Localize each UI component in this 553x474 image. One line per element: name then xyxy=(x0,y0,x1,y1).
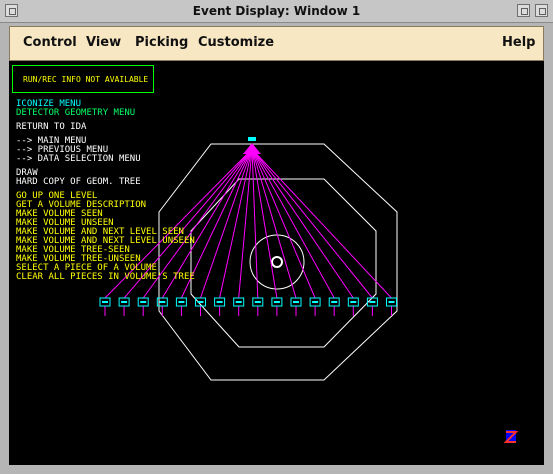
root-node-label-box xyxy=(248,137,256,141)
menu-help[interactable]: Help xyxy=(502,35,535,50)
maximize-icon[interactable] xyxy=(535,4,548,17)
volume-node-label-mark xyxy=(388,301,395,303)
tree-branch-line xyxy=(200,148,253,299)
menu-customize[interactable]: Customize xyxy=(198,35,274,50)
volume-node-label-mark xyxy=(121,301,128,303)
nav-data-selection-menu[interactable]: --> DATA SELECTION MENU xyxy=(16,155,141,164)
volume-node-label-mark xyxy=(350,301,357,303)
menu-detector-geometry[interactable]: DETECTOR GEOMETRY MENU xyxy=(16,109,135,118)
graphics-canvas[interactable]: RUN/REC INFO NOT AVAILABLE ICONIZE MENU … xyxy=(9,61,544,465)
volume-node-label-mark xyxy=(159,301,166,303)
tree-branch-line xyxy=(251,148,354,299)
volume-node-label-mark xyxy=(312,301,319,303)
volume-node-label-mark xyxy=(216,301,223,303)
window-title: Event Display: Window 1 xyxy=(192,4,361,18)
tree-branch-line xyxy=(251,148,259,299)
volume-node-label-mark xyxy=(178,301,185,303)
tree-boxes xyxy=(99,297,397,307)
hardcopy-command[interactable]: HARD COPY OF GEOM. TREE xyxy=(16,178,141,187)
menu-view[interactable]: View xyxy=(86,35,121,50)
volume-node-label-mark xyxy=(293,301,299,303)
menu-picking[interactable]: Picking xyxy=(135,35,188,50)
inner-circle-shape xyxy=(271,256,283,268)
window-titlebar[interactable]: Event Display: Window 1 xyxy=(0,0,553,23)
tree-stubs xyxy=(104,306,392,316)
tree-branch-line xyxy=(251,148,316,299)
volume-node-label-mark xyxy=(102,301,108,303)
outer-circle-shape xyxy=(249,234,305,290)
volume-node-label-mark xyxy=(254,301,261,303)
tree-branch-line xyxy=(238,148,253,299)
minimize-icon[interactable] xyxy=(517,4,530,17)
tree-branch-line xyxy=(251,148,373,299)
run-info-text: RUN/REC INFO NOT AVAILABLE xyxy=(23,75,149,84)
cmd-clear-pieces[interactable]: CLEAR ALL PIECES IN VOLUME'S TREE xyxy=(16,273,195,282)
volume-node-label-mark xyxy=(331,301,338,303)
menu-control[interactable]: Control xyxy=(23,35,77,50)
z-logo xyxy=(503,430,519,443)
tree-branch-line xyxy=(251,148,297,299)
return-to-ida[interactable]: RETURN TO IDA xyxy=(16,123,86,132)
run-info-box: RUN/REC INFO NOT AVAILABLE xyxy=(12,65,154,93)
volume-node-label-mark xyxy=(235,301,242,303)
menu-bar: Control View Picking Customize Help xyxy=(9,26,544,61)
root-node-marker xyxy=(243,143,261,154)
volume-node-label-mark xyxy=(369,301,376,303)
volume-node-label-mark xyxy=(140,301,147,303)
volume-node-label-mark xyxy=(273,301,280,303)
volume-node-label-mark xyxy=(197,301,204,303)
